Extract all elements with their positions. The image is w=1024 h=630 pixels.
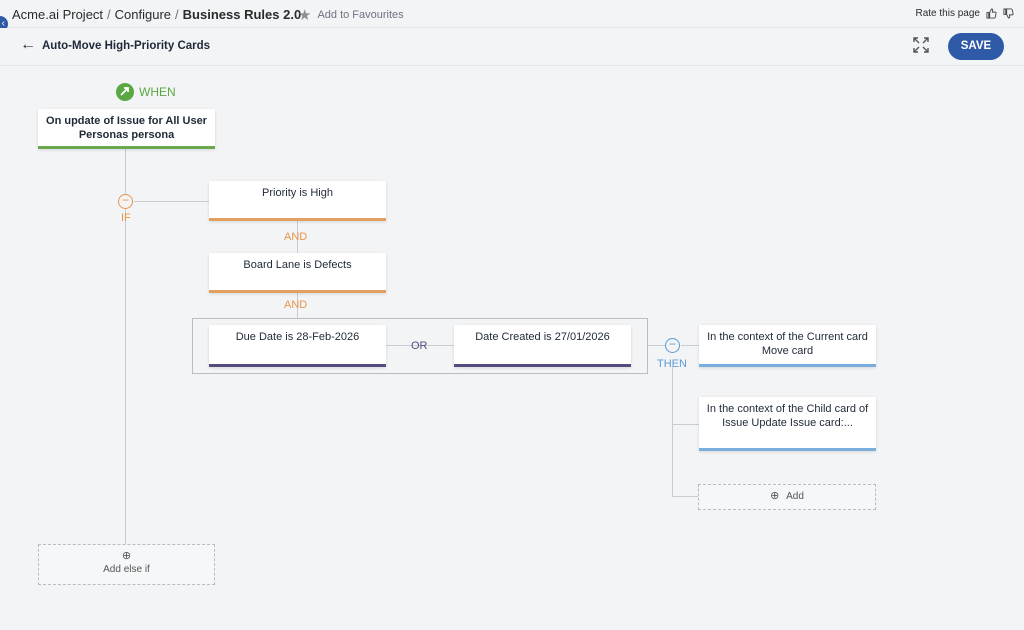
rate-page: Rate this page xyxy=(916,8,1015,19)
and-label: AND xyxy=(284,299,308,311)
top-bar: ‹ Acme.ai Project / Configure / Business Rul… xyxy=(0,0,1024,32)
back-arrow-icon[interactable]: ← xyxy=(20,36,36,54)
rate-label: Rate this page xyxy=(915,8,981,19)
add-else-if-button[interactable]: ⊕ Add else if xyxy=(38,544,215,585)
if-label: IF xyxy=(121,212,131,224)
expand-icon[interactable] xyxy=(912,36,930,54)
then-connector-line xyxy=(647,345,665,346)
action-connector-line xyxy=(672,424,699,425)
add-else-if-label: Add else if xyxy=(103,564,150,575)
and-label: AND xyxy=(284,231,308,243)
or-label: OR xyxy=(411,340,428,352)
breadcrumb: Acme.ai Project / Configure / Business Rules… xyxy=(12,7,301,22)
plus-circle-icon: ⊕ xyxy=(121,550,132,562)
then-connector-line xyxy=(681,345,699,346)
page-header: ← Auto-Move High-Priority Cards SAVE xyxy=(0,28,1024,66)
add-to-favourites-button[interactable]: ★ Add to Favourites xyxy=(298,6,404,24)
favourites-label: Add to Favourites xyxy=(317,9,404,21)
plus-circle-icon: ⊕ xyxy=(770,490,780,502)
thumbs-down-icon[interactable] xyxy=(1003,8,1014,19)
action-card-move[interactable]: In the context of the Current card Move … xyxy=(699,325,876,367)
star-icon: ★ xyxy=(298,7,312,24)
breadcrumb-item-project[interactable]: Acme.ai Project xyxy=(12,7,103,22)
breadcrumb-current: Business Rules 2.0 xyxy=(182,7,302,22)
rule-canvas: WHEN On update of Issue for All User Per… xyxy=(0,67,1024,630)
trigger-card[interactable]: On update of Issue for All User Personas… xyxy=(38,109,215,149)
add-label: Add xyxy=(786,491,804,502)
when-trigger-icon xyxy=(116,83,134,101)
if-connector-line xyxy=(134,201,209,202)
add-connector-line xyxy=(672,496,699,497)
then-collapse-icon[interactable]: − xyxy=(665,338,680,353)
when-label: WHEN xyxy=(139,85,176,99)
breadcrumb-item-configure[interactable]: Configure xyxy=(115,7,171,22)
breadcrumb-separator: / xyxy=(107,7,111,22)
condition-card-due-date[interactable]: Due Date is 28-Feb-2026 xyxy=(209,325,386,367)
then-label: THEN xyxy=(657,358,687,370)
action-card-update[interactable]: In the context of the Child card of Issu… xyxy=(699,397,876,451)
page-title: Auto-Move High-Priority Cards xyxy=(42,40,211,52)
condition-card-date-created[interactable]: Date Created is 27/01/2026 xyxy=(454,325,631,367)
breadcrumb-separator: / xyxy=(175,7,179,22)
if-collapse-icon[interactable]: − xyxy=(118,194,133,209)
add-action-button[interactable]: ⊕ Add xyxy=(698,484,876,510)
save-button[interactable]: SAVE xyxy=(948,33,1004,60)
condition-card-board-lane[interactable]: Board Lane is Defects xyxy=(209,253,386,293)
condition-card-priority[interactable]: Priority is High xyxy=(209,181,386,221)
thumbs-up-icon[interactable] xyxy=(986,8,997,19)
then-trunk-line xyxy=(672,367,673,497)
